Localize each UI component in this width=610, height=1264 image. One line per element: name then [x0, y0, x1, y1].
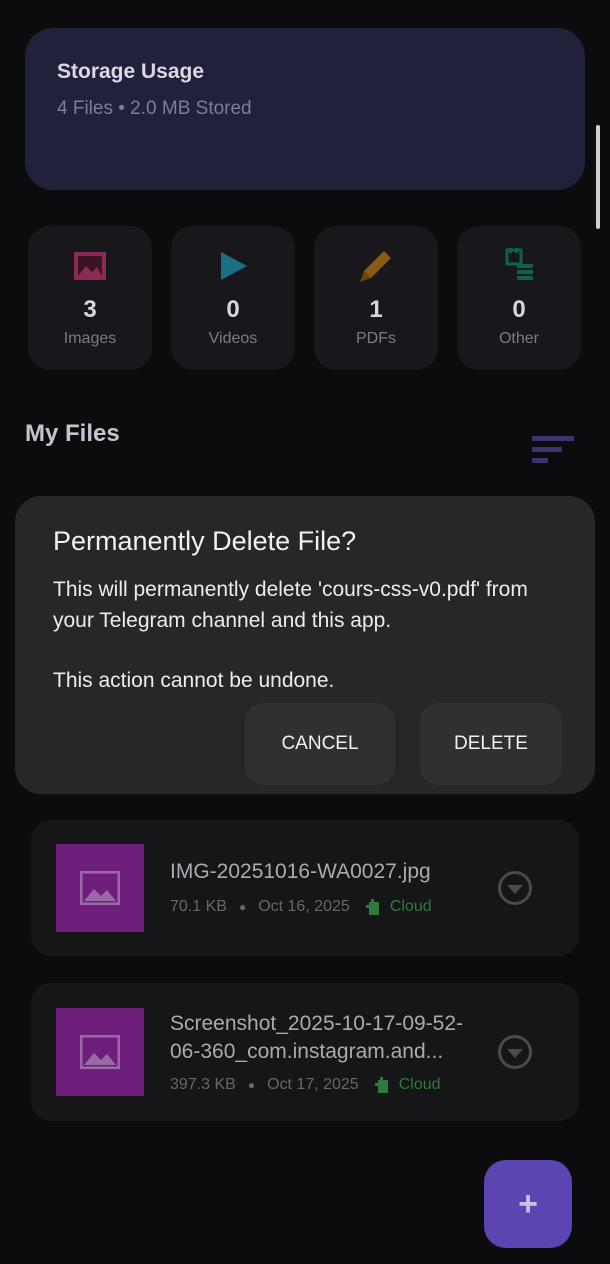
delete-button[interactable]: DELETE — [420, 703, 562, 785]
cancel-button[interactable]: CANCEL — [245, 703, 395, 785]
stat-count: 1 — [369, 296, 383, 323]
sort-icon[interactable] — [530, 434, 576, 466]
pencil-icon — [358, 248, 394, 284]
stat-label: PDFs — [356, 330, 396, 347]
my-files-heading: My Files — [25, 420, 120, 447]
file-date: Oct 16, 2025 — [258, 898, 350, 915]
stat-label: Other — [498, 330, 539, 347]
stat-count: 3 — [83, 296, 97, 323]
dialog-title: Permanently Delete File? — [53, 526, 357, 556]
dialog-message: This will permanently delete 'cours-css-… — [53, 574, 557, 696]
separator-dot: ● — [247, 1078, 256, 1092]
storage-subtitle: 4 Files • 2.0 MB Stored — [57, 98, 252, 119]
stat-card-pdfs[interactable]: 1 PDFs — [314, 226, 438, 370]
stat-card-images[interactable]: 3 Images — [28, 226, 152, 370]
file-size: 70.1 KB — [170, 898, 227, 915]
dialog-warning-line: This action cannot be undone. — [53, 669, 335, 692]
cloud-status: Cloud — [365, 898, 432, 916]
cloud-label: Cloud — [389, 898, 432, 915]
play-icon — [215, 248, 251, 284]
sd-card-icon — [374, 1076, 388, 1093]
stat-count: 0 — [512, 296, 526, 323]
dialog-message-line: This will permanently delete 'cours-css-… — [53, 578, 528, 632]
storage-usage-card: Storage Usage 4 Files • 2.0 MB Stored — [25, 28, 585, 190]
file-name: IMG-20251016-WA0027.jpg — [170, 860, 431, 883]
file-meta: 70.1 KB ● Oct 16, 2025 Cloud — [170, 898, 432, 916]
stat-label: Videos — [208, 330, 258, 347]
separator-dot: ● — [238, 900, 247, 914]
image-icon — [80, 1035, 120, 1069]
stat-count: 0 — [226, 296, 240, 323]
file-size: 397.3 KB — [170, 1076, 236, 1093]
file-name: Screenshot_2025-10-17-09-52-06-360_com.i… — [170, 1012, 464, 1063]
stat-card-videos[interactable]: 0 Videos — [171, 226, 295, 370]
stat-card-other[interactable]: 0 Other — [457, 226, 581, 370]
file-item[interactable]: IMG-20251016-WA0027.jpg 70.1 KB ● Oct 16… — [31, 820, 579, 956]
file-item[interactable]: Screenshot_2025-10-17-09-52-06-360_com.i… — [31, 983, 579, 1121]
stat-label: Images — [63, 330, 117, 347]
add-file-button[interactable]: + — [484, 1160, 572, 1248]
image-icon — [80, 871, 120, 905]
chevron-down-icon[interactable] — [497, 1034, 533, 1070]
file-thumbnail — [56, 1008, 144, 1096]
file-thumbnail — [56, 844, 144, 932]
cloud-label: Cloud — [398, 1076, 441, 1093]
scrollbar[interactable] — [596, 125, 600, 229]
cloud-status: Cloud — [374, 1076, 441, 1094]
sd-card-icon — [501, 248, 537, 284]
chevron-down-icon[interactable] — [497, 870, 533, 906]
storage-title: Storage Usage — [57, 60, 205, 83]
file-meta: 397.3 KB ● Oct 17, 2025 Cloud — [170, 1076, 441, 1094]
sd-card-icon — [365, 898, 379, 915]
file-date: Oct 17, 2025 — [267, 1076, 359, 1093]
plus-icon: + — [518, 1184, 538, 1223]
image-icon — [72, 248, 108, 284]
